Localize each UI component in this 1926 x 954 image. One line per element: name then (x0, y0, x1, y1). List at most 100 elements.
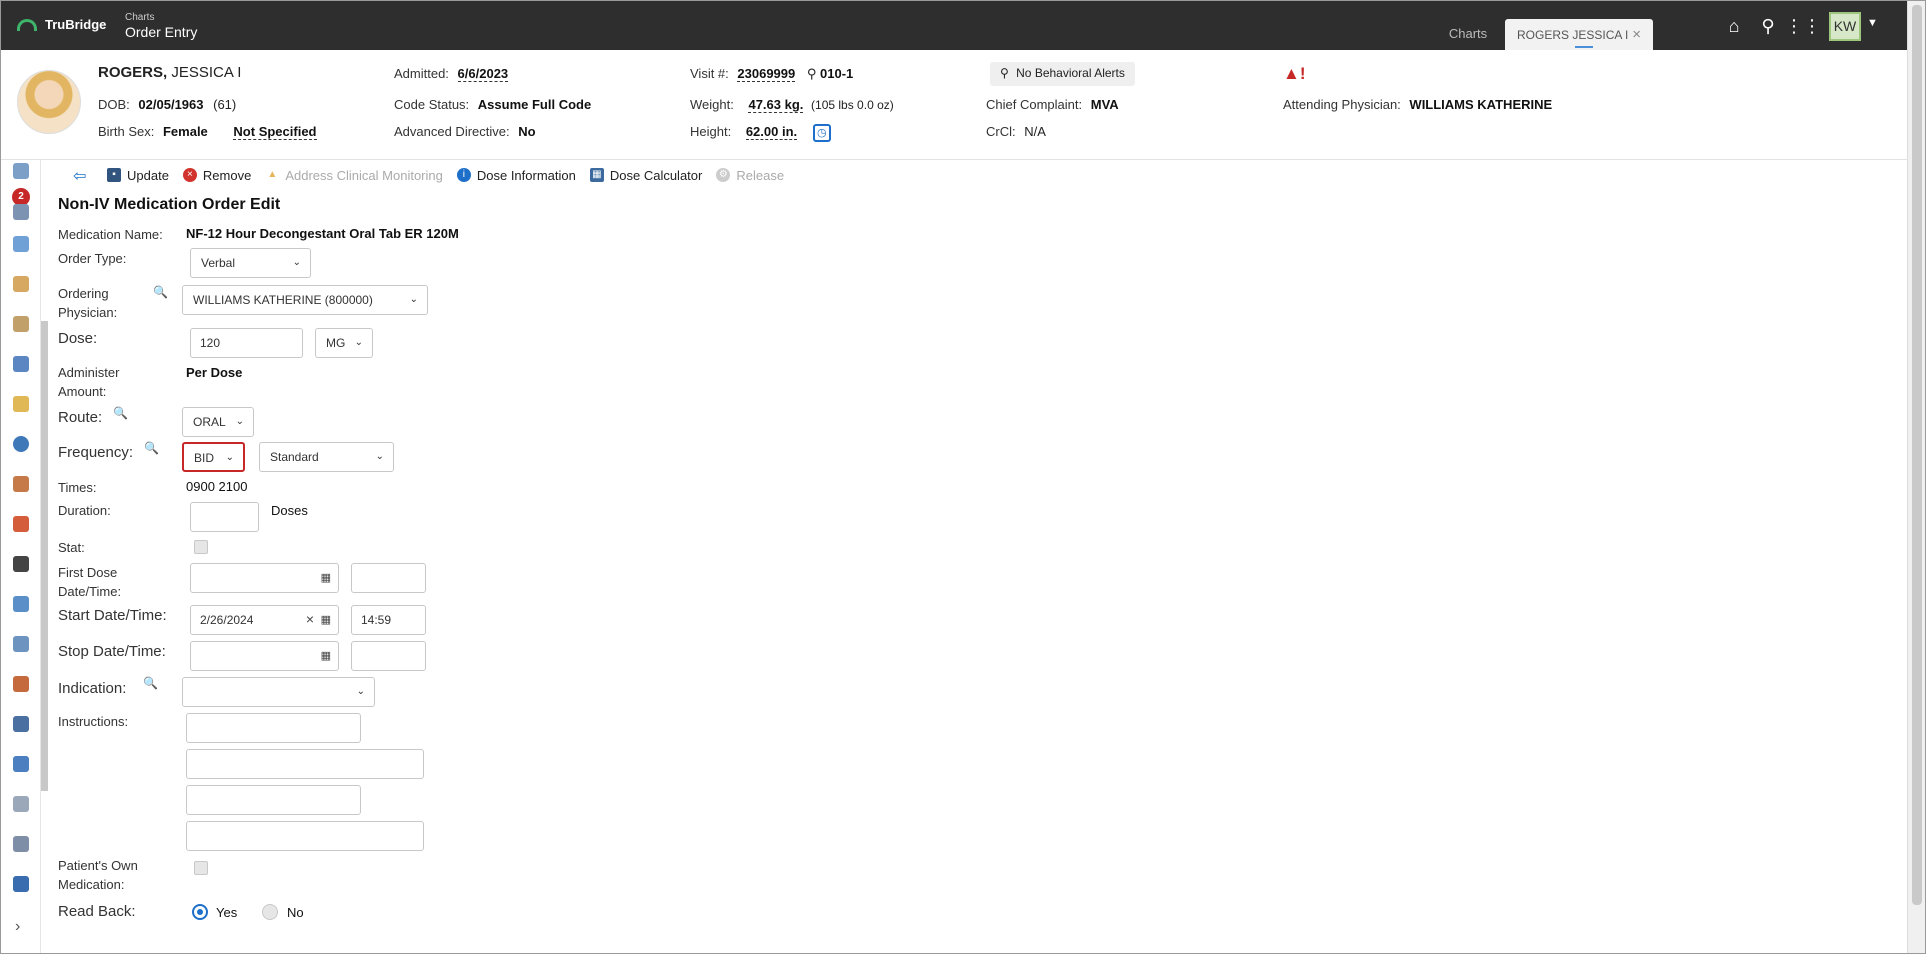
page-title: Order Entry (125, 24, 198, 40)
bmi-calculator-icon[interactable]: ◷ (812, 124, 831, 142)
calendar-icon[interactable]: ▦ (321, 649, 331, 662)
form-rail-icon[interactable] (13, 756, 29, 772)
patient-birth-sex: Birth Sex: Female Not Specified (98, 124, 317, 140)
grid-rail-icon[interactable] (13, 796, 29, 812)
allergy-alert-icon[interactable]: ▲! (1283, 64, 1306, 84)
dose-information-label: Dose Information (476, 167, 576, 183)
staff-rail-icon[interactable] (13, 676, 29, 692)
ordering-physician-search-icon[interactable]: 🔍 (153, 285, 168, 299)
save-icon: ▪ (107, 168, 121, 182)
gender-identity-value[interactable]: Not Specified (233, 124, 317, 140)
patient-dob: DOB: 02/05/1963 (61) (98, 97, 236, 112)
frequency-search-icon[interactable]: 🔍 (144, 441, 159, 455)
avatar[interactable]: KW (1829, 12, 1861, 41)
frequency-type-select[interactable]: Standard ⌄ (259, 442, 394, 472)
route-select[interactable]: ORAL ⌄ (182, 407, 254, 437)
brand-logo[interactable]: TruBridge (17, 17, 106, 32)
dose-calculator-button[interactable]: ▦ Dose Calculator (589, 168, 702, 183)
chief-complaint-label: Chief Complaint: (986, 97, 1083, 112)
nurse-rail-icon[interactable] (13, 276, 29, 292)
read-back-label: Read Back: (58, 903, 136, 920)
provider-rail-icon[interactable] (13, 316, 29, 332)
order-type-select[interactable]: Verbal ⌄ (190, 248, 311, 278)
page-scrollbar[interactable] (1907, 1, 1925, 953)
weight-value[interactable]: 47.63 kg. (748, 97, 804, 113)
duration-input[interactable] (190, 502, 259, 532)
warning-icon: ▲ (267, 169, 278, 180)
tab-active-indicator (1575, 46, 1593, 48)
read-back-yes-label[interactable]: Yes (216, 905, 237, 920)
allergy-alert-mark: ! (1299, 64, 1306, 83)
dose-input[interactable]: 120 (190, 328, 303, 358)
start-datetime-label: Start Date/Time: (58, 607, 167, 624)
indication-label: Indication: (58, 680, 127, 697)
ordering-label-line1: Ordering (58, 286, 109, 301)
release-button[interactable]: ⚙ Release (716, 168, 784, 183)
first-dose-date-input[interactable]: ▦ (190, 563, 339, 593)
chevron-right-icon[interactable]: › (15, 918, 20, 936)
close-icon[interactable]: × (1632, 26, 1641, 43)
frequency-select[interactable]: BID ⌄ (182, 442, 245, 472)
clear-icon[interactable]: × (306, 611, 314, 627)
stop-date-input[interactable]: ▦ (190, 641, 339, 671)
person-rail-icon[interactable] (13, 476, 29, 492)
advanced-directive-field: Advanced Directive: No (394, 124, 536, 139)
ordering-physician-select[interactable]: WILLIAMS KATHERINE (800000) ⌄ (182, 285, 428, 315)
instructions-input-1[interactable] (186, 713, 361, 743)
table-rail-icon[interactable] (13, 836, 29, 852)
tab-patient[interactable]: ROGERS JESSICA I × (1505, 19, 1653, 50)
admitted-value[interactable]: 6/6/2023 (457, 66, 509, 82)
indication-select[interactable]: ⌄ (182, 677, 375, 707)
help-rail-icon[interactable] (13, 204, 29, 220)
apps-grid-icon[interactable]: ⋮⋮⋮ (1785, 13, 1839, 39)
read-back-no-radio[interactable] (262, 904, 278, 920)
read-back-yes-radio[interactable] (192, 904, 208, 920)
instructions-input-2[interactable] (186, 749, 424, 779)
scrollbar-thumb[interactable] (1912, 5, 1922, 905)
behavioral-alerts-badge[interactable]: ⚲ No Behavioral Alerts (990, 62, 1135, 86)
instructions-input-4[interactable] (186, 821, 424, 851)
dose-information-button[interactable]: i Dose Information (456, 167, 576, 183)
rail-scrollbar[interactable] (41, 321, 48, 791)
orders-rail-icon[interactable] (13, 163, 29, 179)
room-value: 010-1 (820, 66, 854, 81)
home-icon[interactable]: ⌂ (1717, 13, 1751, 39)
first-dose-time-input[interactable] (351, 563, 426, 593)
patient-name: ROGERS, JESSICA I (98, 64, 241, 81)
start-date-input[interactable]: 2/26/2024 × ▦ (190, 605, 339, 635)
birth-sex-value: Female (162, 124, 208, 139)
stop-time-input[interactable] (351, 641, 426, 671)
bed-rail-icon[interactable] (13, 636, 29, 652)
transfer-rail-icon[interactable] (13, 596, 29, 612)
chart-rail-icon[interactable] (13, 396, 29, 412)
frequency-type-value: Standard (270, 450, 319, 464)
route-search-icon[interactable]: 🔍 (113, 406, 128, 420)
read-back-no-label[interactable]: No (287, 905, 304, 920)
refresh-rail-icon[interactable] (13, 236, 29, 252)
location-pin-icon: ⚲ (806, 66, 817, 81)
calendar-icon[interactable]: ▦ (321, 613, 331, 626)
address-clinical-monitoring-button[interactable]: ▲ Address Clinical Monitoring (265, 168, 442, 183)
remove-button[interactable]: × Remove (182, 168, 251, 183)
chevron-down-icon[interactable]: ▼ (1867, 17, 1878, 29)
update-button[interactable]: ▪ Update (107, 168, 169, 183)
calendar-icon[interactable]: ▦ (321, 571, 331, 584)
globe-rail-icon[interactable] (13, 436, 29, 452)
dose-unit-select[interactable]: MG ⌄ (315, 328, 373, 358)
dose-unit-value: MG (326, 336, 346, 350)
instructions-input-3[interactable] (186, 785, 361, 815)
database-rail-icon[interactable] (13, 356, 29, 372)
breadcrumb-parent[interactable]: Charts (125, 12, 197, 23)
stat-checkbox[interactable] (194, 540, 208, 554)
phone-rail-icon[interactable] (13, 556, 29, 572)
start-time-input[interactable]: 14:59 (351, 605, 426, 635)
visit-value[interactable]: 23069999 (737, 66, 796, 82)
pen-rail-icon[interactable] (13, 876, 29, 892)
hands-rail-icon[interactable] (13, 516, 29, 532)
search-icon[interactable]: ⚲ (1751, 13, 1785, 39)
height-value[interactable]: 62.00 in. (745, 124, 798, 141)
list-rail-icon[interactable] (13, 716, 29, 732)
patients-own-medication-checkbox[interactable] (194, 861, 208, 875)
indication-search-icon[interactable]: 🔍 (143, 676, 158, 690)
attending-value: WILLIAMS KATHERINE (1409, 97, 1553, 112)
